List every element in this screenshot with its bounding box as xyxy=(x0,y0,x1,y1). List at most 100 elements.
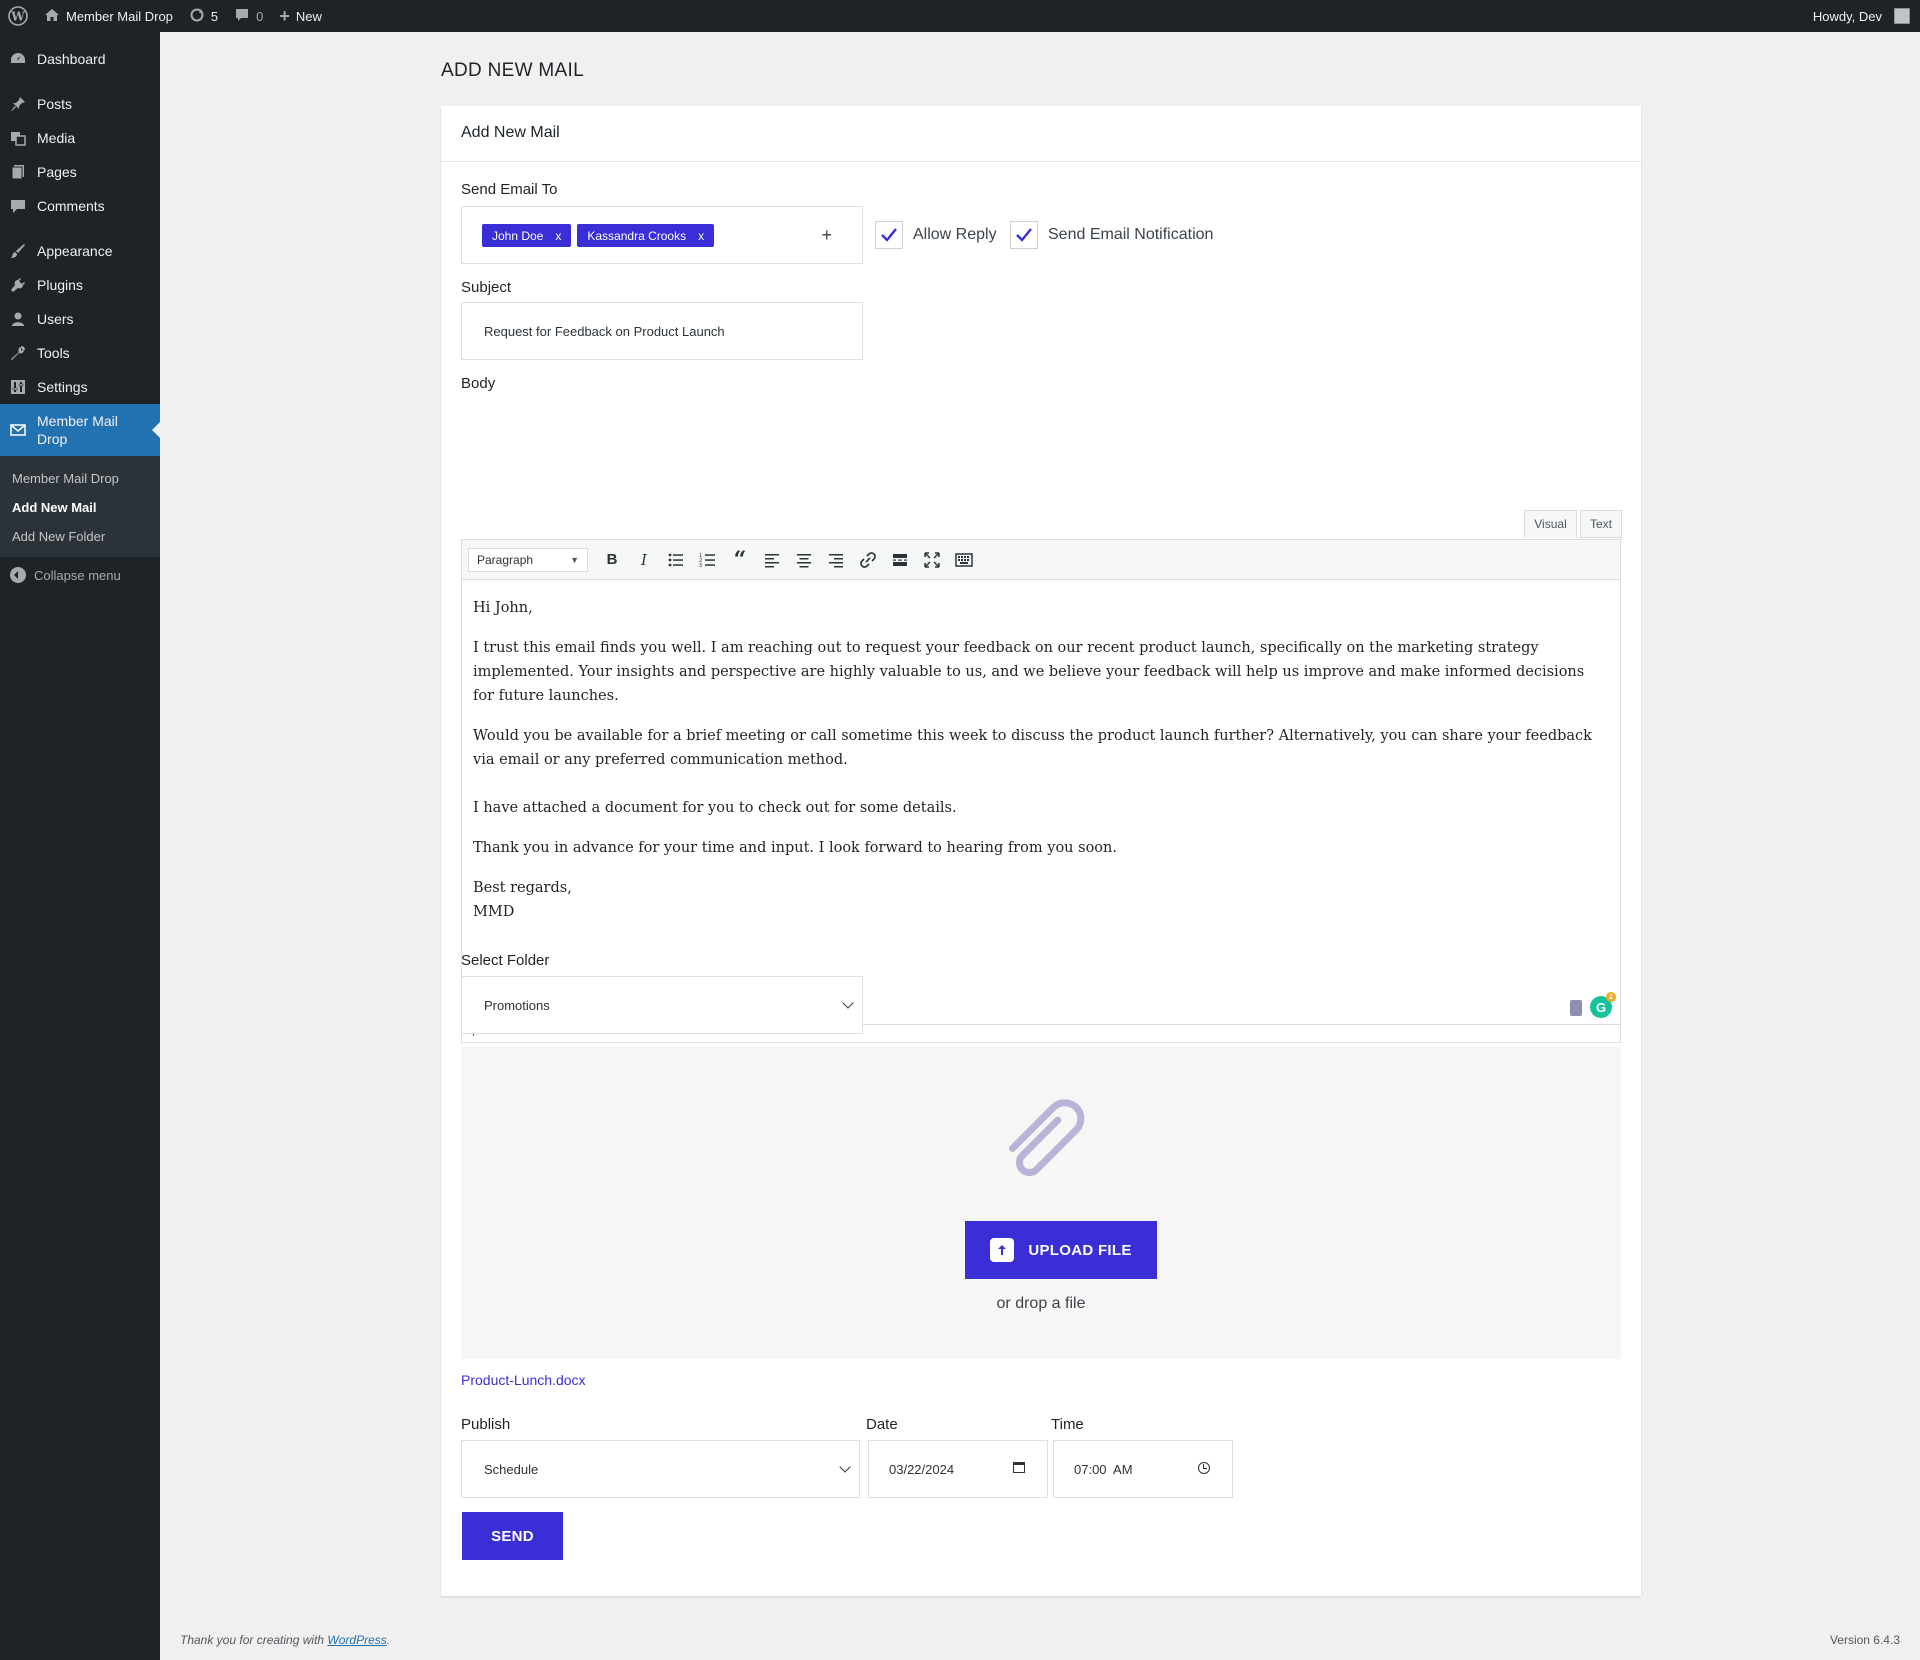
folder-select[interactable]: Promotions xyxy=(461,976,863,1034)
add-recipient-button[interactable]: + xyxy=(821,225,832,246)
align-left-icon[interactable] xyxy=(756,546,788,574)
date-label: Date xyxy=(866,1416,898,1433)
file-dropzone[interactable]: UPLOAD FILE or drop a file xyxy=(461,1047,1621,1359)
body-paragraph: Best regards, xyxy=(473,880,572,896)
subject-input[interactable]: Request for Feedback on Product Launch xyxy=(461,302,863,360)
sidebar-item-label: Member Mail Drop xyxy=(37,413,118,447)
envelope-icon xyxy=(10,422,26,438)
brush-icon xyxy=(10,243,26,259)
read-more-icon[interactable] xyxy=(884,546,916,574)
updates-count: 5 xyxy=(210,8,219,24)
sidebar-item-label: Appearance xyxy=(37,243,113,259)
sidebar-item-media[interactable]: Media xyxy=(0,121,160,155)
howdy-text: Howdy, Dev xyxy=(1812,8,1882,24)
sidebar-item-tools[interactable]: Tools xyxy=(0,336,160,370)
align-center-icon[interactable] xyxy=(788,546,820,574)
upload-arrow-icon xyxy=(990,1238,1015,1262)
date-input[interactable]: 03/22/2024 xyxy=(868,1440,1048,1498)
clock-icon[interactable] xyxy=(1198,1462,1210,1474)
sidebar-item-comments[interactable]: Comments xyxy=(0,189,160,223)
bullet-list-icon[interactable] xyxy=(660,546,692,574)
plus-icon: + xyxy=(279,5,290,26)
upload-file-label: UPLOAD FILE xyxy=(1028,1241,1132,1259)
sidebar-item-label: Users xyxy=(37,311,74,327)
account-menu[interactable]: Howdy, Dev xyxy=(1805,0,1920,32)
send-button[interactable]: SEND xyxy=(462,1512,563,1560)
sidebar-item-label: Comments xyxy=(37,198,105,214)
body-editor: Paragraph ▼ B I 123 “ Hi John, I trust t… xyxy=(461,539,1621,1043)
submenu-item-member-mail-drop[interactable]: Member Mail Drop xyxy=(0,464,160,493)
sidebar-item-label: Pages xyxy=(37,164,77,180)
site-name: Member Mail Drop xyxy=(66,8,173,24)
sidebar-item-member-mail-drop[interactable]: Member Mail Drop xyxy=(0,404,160,456)
paperclip-icon xyxy=(1008,1099,1085,1177)
grammarly-icon[interactable]: G 2 xyxy=(1590,992,1616,1018)
align-right-icon[interactable] xyxy=(820,546,852,574)
wordpress-link[interactable]: WordPress xyxy=(327,1633,386,1647)
drop-file-text: or drop a file xyxy=(996,1295,1086,1312)
footer-version: Version 6.4.3 xyxy=(1829,1633,1900,1647)
blockquote-icon[interactable]: “ xyxy=(724,546,756,574)
body-label: Body xyxy=(461,375,496,392)
calendar-icon[interactable] xyxy=(1013,1462,1025,1473)
remove-recipient-button[interactable]: x xyxy=(698,229,704,243)
sidebar-item-users[interactable]: Users xyxy=(0,302,160,336)
footer-thanks-text: Thank you for creating with xyxy=(180,1633,328,1647)
upload-file-button[interactable]: UPLOAD FILE xyxy=(965,1221,1157,1279)
card-title: Add New Mail xyxy=(441,106,1641,162)
sidebar-item-settings[interactable]: Settings xyxy=(0,370,160,404)
submenu-item-add-new-mail[interactable]: Add New Mail xyxy=(0,493,160,522)
refresh-icon xyxy=(189,7,205,26)
subject-value: Request for Feedback on Product Launch xyxy=(484,324,725,339)
recipient-tag: Kassandra Crooks x xyxy=(577,224,715,247)
recipient-name: John Doe xyxy=(492,228,544,243)
sidebar-item-dashboard[interactable]: Dashboard xyxy=(0,42,160,76)
time-input[interactable]: 07:00 AM xyxy=(1053,1440,1233,1498)
publish-value: Schedule xyxy=(484,1462,539,1477)
italic-icon[interactable]: I xyxy=(628,546,660,574)
submenu-item-add-new-folder[interactable]: Add New Folder xyxy=(0,522,160,551)
attached-file-link[interactable]: Product-Lunch.docx xyxy=(461,1372,586,1388)
collapse-label: Collapse menu xyxy=(34,567,121,583)
wordpress-logo-icon[interactable]: W xyxy=(0,0,36,32)
comment-icon xyxy=(10,198,26,214)
chevron-down-icon xyxy=(839,1461,851,1473)
wrench-icon xyxy=(10,345,26,361)
send-notification-checkbox[interactable]: Send Email Notification xyxy=(1010,221,1213,249)
body-paragraph: Thank you in advance for your time and i… xyxy=(473,840,1117,856)
sidebar-item-plugins[interactable]: Plugins xyxy=(0,268,160,302)
admin-bar: W Member Mail Drop 5 0 + New Howdy, Dev xyxy=(0,0,1920,32)
body-paragraph: Hi John, xyxy=(473,600,533,616)
collapse-menu-button[interactable]: Collapse menu xyxy=(0,557,160,593)
toolbar-toggle-icon[interactable] xyxy=(948,546,980,574)
collapse-icon xyxy=(10,567,26,583)
site-name-link[interactable]: Member Mail Drop xyxy=(36,0,181,32)
sidebar-item-appearance[interactable]: Appearance xyxy=(0,234,160,268)
time-label: Time xyxy=(1051,1416,1084,1433)
numbered-list-icon[interactable]: 123 xyxy=(692,546,724,574)
sidebar-item-posts[interactable]: Posts xyxy=(0,87,160,121)
updates-link[interactable]: 5 xyxy=(181,0,226,32)
sidebar-item-pages[interactable]: Pages xyxy=(0,155,160,189)
page-title: ADD NEW MAIL xyxy=(441,60,584,81)
format-select[interactable]: Paragraph ▼ xyxy=(468,547,588,572)
publish-select[interactable]: Schedule xyxy=(461,1440,860,1498)
bold-icon[interactable]: B xyxy=(596,546,628,574)
recipients-field[interactable]: John Doe x Kassandra Crooks x + xyxy=(461,206,863,264)
comments-link[interactable]: 0 xyxy=(226,0,271,32)
fullscreen-icon[interactable] xyxy=(916,546,948,574)
subject-label: Subject xyxy=(461,279,512,296)
caret-down-icon: ▼ xyxy=(570,554,579,565)
check-icon xyxy=(875,221,903,249)
recipient-tag: John Doe x xyxy=(482,224,572,247)
link-icon[interactable] xyxy=(852,546,884,574)
new-content-link[interactable]: + New xyxy=(271,0,330,32)
remove-recipient-button[interactable]: x xyxy=(555,229,561,243)
allow-reply-checkbox[interactable]: Allow Reply xyxy=(875,221,997,249)
editor-content[interactable]: Hi John, I trust this email finds you we… xyxy=(462,580,1620,940)
sidebar-item-label: Media xyxy=(37,130,76,146)
tab-visual[interactable]: Visual xyxy=(1524,510,1577,538)
new-label: New xyxy=(295,8,322,24)
body-paragraph: I trust this email finds you well. I am … xyxy=(473,640,1585,704)
tab-text[interactable]: Text xyxy=(1580,510,1622,538)
